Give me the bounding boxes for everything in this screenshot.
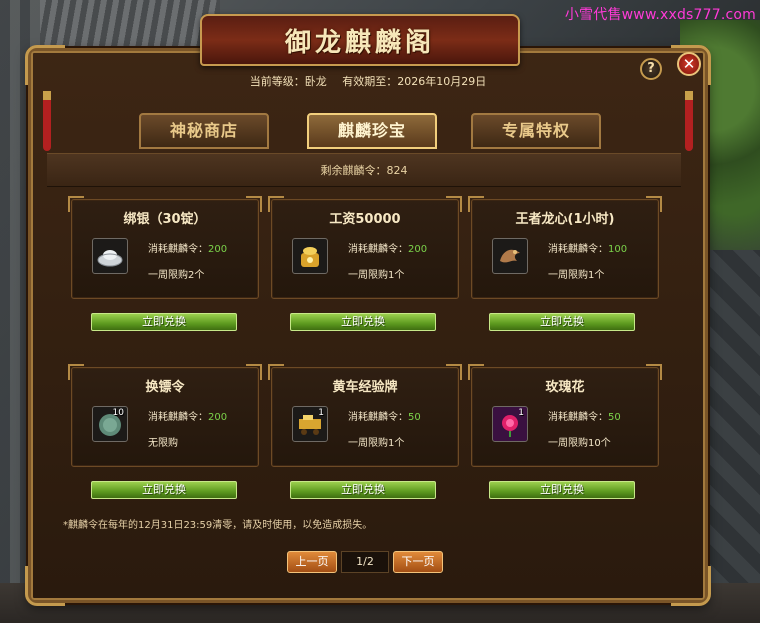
item-name: 换镖令 — [145, 380, 185, 395]
item-cost: 消耗麒麟令：50 — [348, 408, 421, 423]
item-card: 玫瑰花 1 消耗麒麟令：50 一周限购10个 — [468, 364, 662, 467]
title-plaque: 御龙麒麟阁 — [200, 14, 520, 66]
cost-value: 200 — [408, 244, 428, 255]
remaining-tokens: 剩余麒麟令：824 — [47, 153, 681, 187]
redeem-button[interactable]: 立即兑换 — [91, 481, 237, 499]
cost-label: 消耗麒麟令： — [148, 244, 208, 255]
current-level: 当前等级：卧龙 — [249, 75, 327, 88]
purchase-limit: 一周限购1个 — [348, 270, 405, 281]
purchase-limit: 一周限购1个 — [548, 270, 605, 281]
item-card: 绑银（30锭） 消耗麒麟令：200 一周限购2个 — [68, 196, 262, 299]
frame-corner-ornament — [25, 566, 65, 606]
item-cost: 消耗麒麟令：200 — [148, 408, 227, 423]
item-name: 黄车经验牌 — [332, 380, 398, 395]
purchase-limit: 一周限购2个 — [148, 270, 205, 281]
gold-bag-icon — [292, 238, 328, 274]
token-reset-note: *麒麟令在每年的12月31日23:59清零，请及时使用，以免造成损失。 — [63, 520, 373, 531]
pagination: 上一页 1/2 下一页 — [287, 551, 447, 575]
redeem-button[interactable]: 立即兑换 — [489, 481, 635, 499]
background-roof — [40, 0, 220, 50]
item-cost: 消耗麒麟令：200 — [348, 240, 427, 255]
tassel-ornament — [43, 91, 51, 151]
shop-tabs: 神秘商店 麒麟珍宝 专属特权 — [139, 113, 609, 151]
redeem-button[interactable]: 立即兑换 — [290, 481, 436, 499]
help-button[interactable]: ? — [640, 58, 662, 80]
purchase-limit: 一周限购10个 — [548, 438, 611, 449]
item-count: 1 — [318, 408, 324, 418]
escort-token-icon: 10 — [92, 406, 128, 442]
next-page-button[interactable]: 下一页 — [393, 551, 443, 573]
redeem-button[interactable]: 立即兑换 — [91, 313, 237, 331]
item-count: 10 — [112, 408, 124, 418]
dragon-heart-icon — [492, 238, 528, 274]
cost-label: 消耗麒麟令： — [348, 412, 408, 423]
window-title: 御龙麒麟阁 — [284, 27, 435, 58]
item-name: 玫瑰花 — [545, 380, 585, 395]
item-card: 黄车经验牌 1 消耗麒麟令：50 一周限购1个 — [268, 364, 462, 467]
cost-label: 消耗麒麟令： — [148, 412, 208, 423]
tab-exclusive-privileges[interactable]: 专属特权 — [471, 113, 601, 149]
redeem-button[interactable]: 立即兑换 — [489, 313, 635, 331]
item-cost: 消耗麒麟令：200 — [148, 240, 227, 255]
tab-qilin-treasures[interactable]: 麒麟珍宝 — [307, 113, 437, 149]
page-indicator: 1/2 — [341, 551, 389, 573]
item-name: 工资50000 — [329, 212, 401, 227]
silver-ingot-icon — [92, 238, 128, 274]
tab-mystery-shop[interactable]: 神秘商店 — [139, 113, 269, 149]
item-cost: 消耗麒麟令：50 — [548, 408, 621, 423]
cost-value: 50 — [408, 412, 421, 423]
tassel-ornament — [685, 91, 693, 151]
frame-corner-ornament — [671, 566, 711, 606]
cost-value: 100 — [608, 244, 628, 255]
cost-label: 消耗麒麟令： — [548, 244, 608, 255]
cost-label: 消耗麒麟令： — [548, 412, 608, 423]
cost-value: 200 — [208, 244, 228, 255]
close-button[interactable]: ✕ — [677, 52, 701, 76]
cart-exp-card-icon: 1 — [292, 406, 328, 442]
item-name: 绑银（30锭） — [123, 212, 207, 227]
rose-icon: 1 — [492, 406, 528, 442]
purchase-limit: 无限购 — [148, 438, 178, 449]
shop-window: 当前等级：卧龙 有效期至：2026年10月29日 神秘商店 麒麟珍宝 专属特权 … — [25, 45, 711, 606]
item-card: 王者龙心(1小时) 消耗麒麟令：100 一周限购1个 — [468, 196, 662, 299]
item-cost: 消耗麒麟令：100 — [548, 240, 627, 255]
expiry-date: 有效期至：2026年10月29日 — [342, 75, 487, 88]
redeem-button[interactable]: 立即兑换 — [290, 313, 436, 331]
purchase-limit: 一周限购1个 — [348, 438, 405, 449]
cost-value: 200 — [208, 412, 228, 423]
item-card: 工资50000 消耗麒麟令：200 一周限购1个 — [268, 196, 462, 299]
watermark-text: 小雪代售www.xxds777.com — [564, 7, 756, 23]
status-line: 当前等级：卧龙 有效期至：2026年10月29日 — [31, 73, 705, 89]
item-name: 王者龙心(1小时) — [515, 212, 615, 227]
cost-label: 消耗麒麟令： — [348, 244, 408, 255]
item-card: 换镖令 10 消耗麒麟令：200 无限购 — [68, 364, 262, 467]
item-count: 1 — [518, 408, 524, 418]
cost-value: 50 — [608, 412, 621, 423]
prev-page-button[interactable]: 上一页 — [287, 551, 337, 573]
